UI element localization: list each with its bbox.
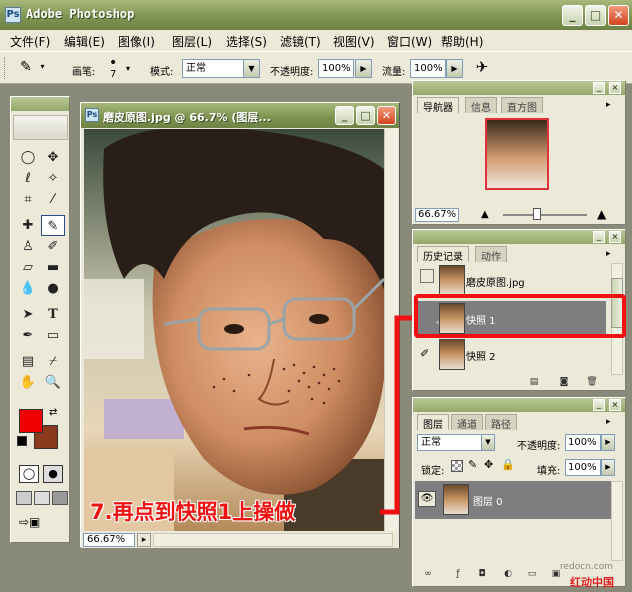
history-thumbnail [439,265,465,296]
blend-mode-select[interactable]: 正常 [417,434,483,451]
lock-position-icon[interactable]: ✥ [484,458,493,471]
layer-name: 图层 0 [473,497,503,508]
history-source-box[interactable] [420,269,434,283]
lock-label: 锁定: [421,466,445,477]
layer-opacity-label: 不透明度: [517,441,561,452]
layers-close[interactable]: × [609,399,621,411]
navigator-close[interactable]: × [609,82,621,94]
foreground-color-swatch[interactable] [19,409,43,433]
navigator-menu-icon[interactable]: ▸ [606,100,611,110]
history-snapshot-2[interactable]: ✐ 快照 2 [416,337,606,374]
lock-transparency-icon[interactable] [451,460,463,472]
navigator-palette: _ × 导航器 信息 直方图 ▸ 66.67% ▲ ▲ [412,80,626,225]
navigator-thumbnail[interactable] [485,118,549,190]
layer-thumbnail [443,484,469,515]
layers-palette: _ × 图层 通道 路径 ▸ 正常 ▼ 不透明度: 100% ▶ 锁定: ✎ ✥… [412,397,626,587]
add-mask-icon[interactable]: ◘ [475,568,489,581]
adjustment-layer-icon[interactable]: ◐ [501,568,515,581]
layers-scrollbar[interactable] [611,481,623,561]
history-brush-source-icon[interactable]: ✐ [420,347,429,360]
fill-field[interactable]: 100% [565,459,601,476]
history-menu-icon[interactable]: ▸ [606,249,611,259]
blend-mode-arrow[interactable]: ▼ [481,434,495,451]
fill-arrow[interactable]: ▶ [601,459,615,476]
layer-row[interactable]: 👁 图层 0 [415,481,611,519]
history-item-label: 快照 2 [466,352,496,363]
tab-history[interactable]: 历史记录 [417,246,469,263]
fill-label: 填充: [537,466,561,477]
layer-opacity-arrow[interactable]: ▶ [601,434,615,451]
lock-pixels-icon[interactable]: ✎ [468,458,477,471]
layer-opacity-field[interactable]: 100% [565,434,601,451]
history-thumbnail [439,339,465,370]
new-snapshot-icon[interactable]: ◙ [557,376,571,389]
zoom-slider-thumb[interactable] [533,208,541,220]
tab-layers[interactable]: 图层 [417,414,449,431]
watermark-name: 红动中国 [570,576,614,589]
navigator-zoom-field[interactable]: 66.67% [415,208,459,222]
tab-histogram[interactable]: 直方图 [501,97,543,114]
navigator-minimize[interactable]: _ [593,82,605,94]
layer-visibility-eye-icon[interactable]: 👁 [418,491,436,507]
layers-minimize[interactable]: _ [593,399,605,411]
history-minimize[interactable]: _ [593,231,605,243]
zoom-out-icon[interactable]: ▲ [481,209,489,220]
history-close[interactable]: × [609,231,621,243]
history-item-label: 磨皮原图.jpg [466,278,525,289]
snapshot-highlight [414,294,626,338]
link-layers-icon[interactable]: ∞ [421,568,435,581]
tab-navigator[interactable]: 导航器 [417,97,459,114]
watermark-url: redocn.com [560,562,613,572]
new-group-icon[interactable]: ▭ [525,568,539,581]
lock-all-icon[interactable]: 🔒 [501,458,515,471]
zoom-slider-track[interactable] [503,214,587,216]
layers-menu-icon[interactable]: ▸ [606,417,611,427]
zoom-in-icon[interactable]: ▲ [597,207,606,221]
tab-actions[interactable]: 动作 [475,246,507,263]
tab-paths[interactable]: 路径 [485,414,517,431]
tab-info[interactable]: 信息 [465,97,497,114]
layer-style-icon[interactable]: ƒ [451,568,465,581]
tab-channels[interactable]: 通道 [451,414,483,431]
delete-state-icon[interactable]: 🗑 [585,376,599,389]
new-document-from-state-icon[interactable]: ▤ [527,376,541,389]
